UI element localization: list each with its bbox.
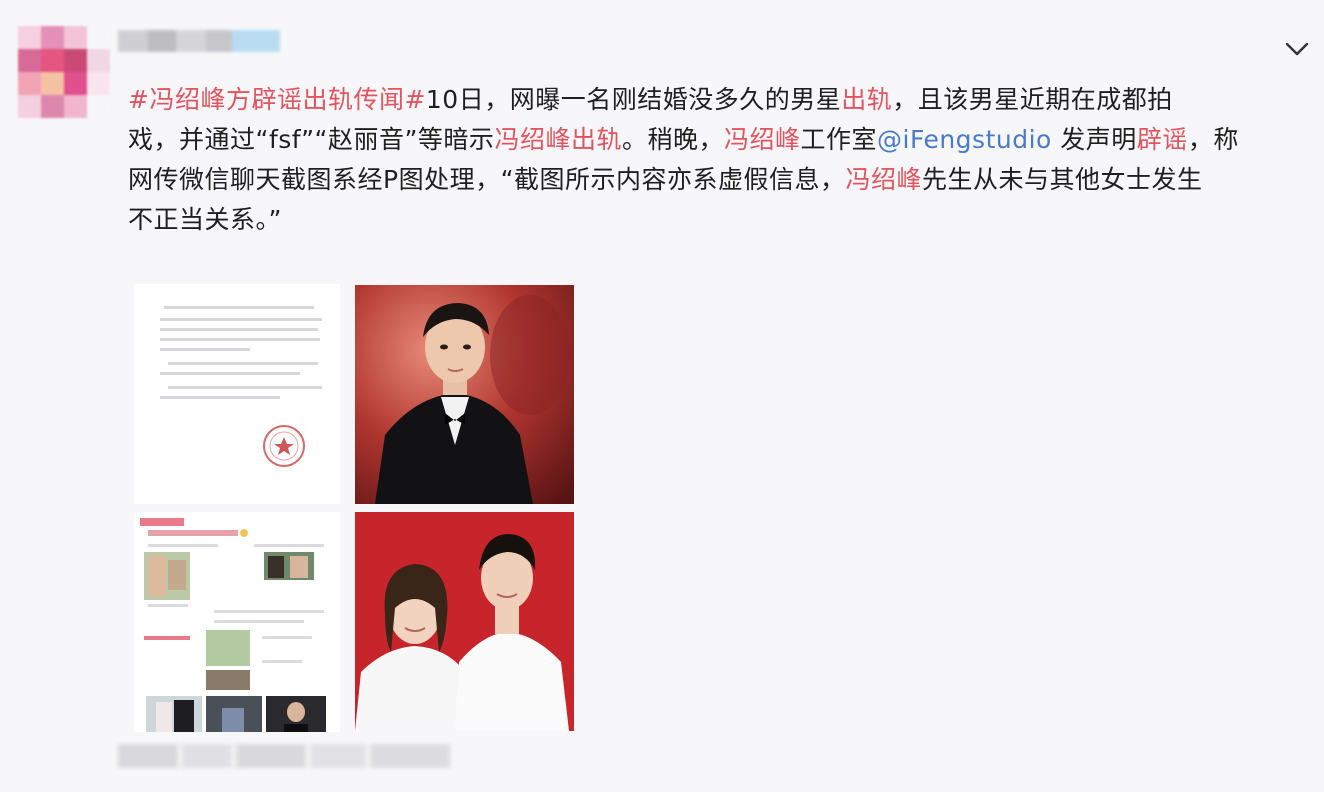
text-segment: 发声明 (1051, 125, 1137, 154)
post-line-3: 网传微信聊天截图系经P图处理，“截图所示内容亦系虚假信息，冯绍峰先生从未与其他女… (128, 160, 1308, 200)
post-line-1: #冯绍峰方辟谣出轨传闻#10日，网曝一名刚结婚没多久的男星出轨，且该男星近期在成… (128, 80, 1308, 120)
text-segment: 戏，并通过“fsf”“赵丽音”等暗示 (128, 125, 495, 154)
text-segment: 。稍晚， (621, 125, 724, 154)
avatar[interactable] (18, 26, 110, 118)
highlight-keyword: 冯绍峰 (845, 165, 923, 194)
chat-screenshot-image[interactable] (134, 512, 340, 732)
text-segment: 工作室 (800, 125, 877, 154)
highlight-keyword: 冯绍峰 (723, 125, 801, 154)
post-line-4: 不正当关系。” (128, 205, 282, 234)
portrait-photo-image[interactable] (355, 285, 574, 504)
post-footer-blurred[interactable] (118, 744, 478, 774)
hashtag-link[interactable]: #冯绍峰方辟谣出轨传闻# (128, 85, 426, 114)
text-segment: 先生从未与其他女士发生 (922, 165, 1203, 194)
text-segment: 网传微信聊天截图系经P图处理，“截图所示内容亦系虚假信息， (128, 165, 846, 194)
username-blurred[interactable] (118, 30, 280, 52)
statement-document-image[interactable] (134, 284, 340, 504)
post-line-2: 戏，并通过“fsf”“赵丽音”等暗示冯绍峰出轨。稍晚，冯绍峰工作室@iFengs… (128, 120, 1308, 160)
post-text: #冯绍峰方辟谣出轨传闻#10日，网曝一名刚结婚没多久的男星出轨，且该男星近期在成… (128, 80, 1308, 240)
chevron-down-icon[interactable] (1282, 38, 1312, 60)
image-grid (134, 284, 576, 732)
highlight-keyword: 辟谣 (1136, 125, 1188, 154)
highlight-keyword: 冯绍峰出轨 (494, 125, 622, 154)
highlight-keyword: 出轨 (841, 85, 893, 114)
text-segment: ，称 (1187, 125, 1239, 154)
seal-stamp-icon (263, 425, 305, 467)
text-segment: 10日，网曝一名刚结婚没多久的男星 (425, 85, 842, 114)
mention-link[interactable]: @iFengstudio (877, 125, 1052, 154)
weibo-post-card: #冯绍峰方辟谣出轨传闻#10日，网曝一名刚结婚没多久的男星出轨，且该男星近期在成… (0, 0, 1324, 792)
couple-photo-image[interactable] (355, 512, 574, 731)
text-segment: ，且该男星近期在成都拍 (892, 85, 1173, 114)
